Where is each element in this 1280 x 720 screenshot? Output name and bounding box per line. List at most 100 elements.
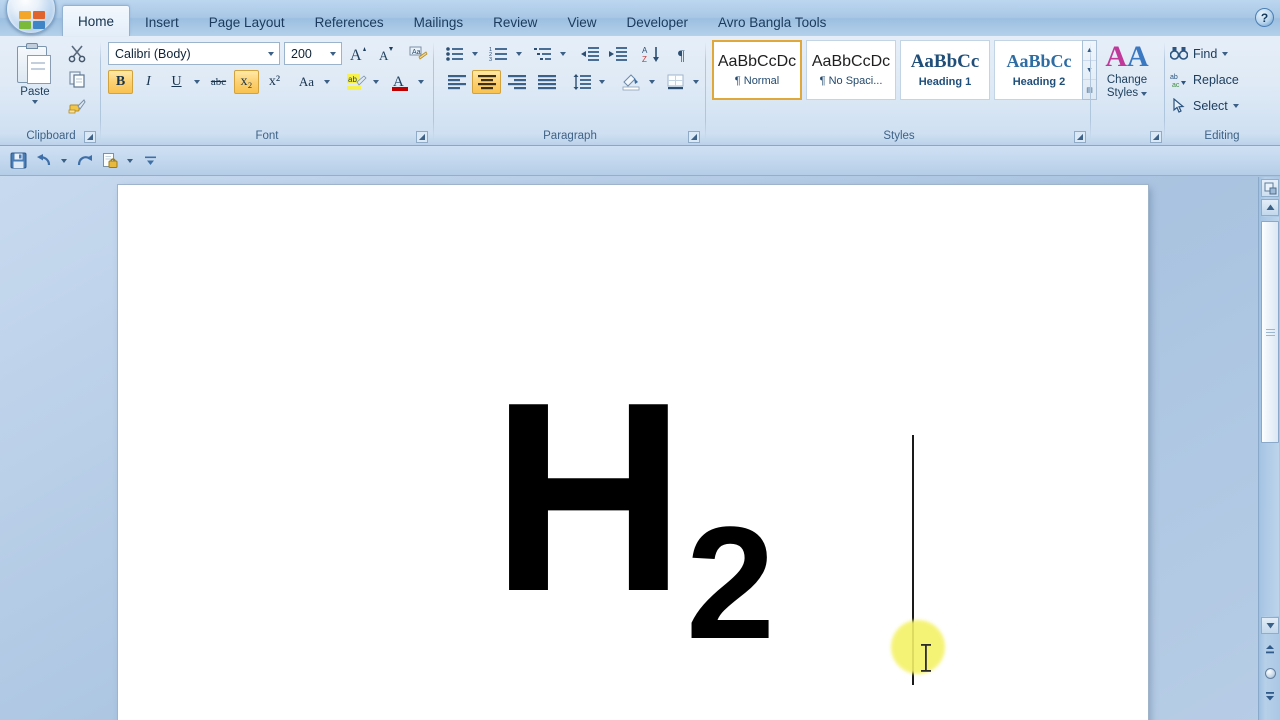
clipboard-dialog-launcher[interactable]: ◢ [84, 131, 96, 143]
change-styles-dialog-launcher[interactable]: ◢ [1150, 131, 1162, 143]
tab-page-layout[interactable]: Page Layout [194, 10, 300, 36]
numbering-icon: 1 2 3 [489, 47, 507, 63]
save-button[interactable] [6, 150, 30, 172]
bold-button[interactable]: B [108, 70, 133, 94]
underline-button[interactable]: U [164, 70, 189, 94]
line-spacing-dropdown[interactable] [595, 70, 608, 94]
font-color-button[interactable]: A [387, 70, 414, 94]
style-item-heading-2[interactable]: AaBbCc Heading 2 [994, 40, 1084, 100]
underline-dropdown[interactable] [190, 70, 203, 94]
grow-font-button[interactable]: A [346, 42, 372, 66]
font-dialog-launcher[interactable]: ◢ [416, 131, 428, 143]
select-browse-object-button[interactable] [1263, 666, 1277, 680]
numbering-dropdown[interactable] [512, 42, 525, 66]
paste-button[interactable]: Paste [8, 40, 62, 122]
group-clipboard-body: Paste [2, 38, 100, 126]
superscript-button[interactable]: x² [262, 70, 287, 94]
customize-quick-access-toolbar-button[interactable] [138, 150, 162, 172]
decrease-indent-button[interactable] [576, 42, 603, 66]
tab-mailings[interactable]: Mailings [399, 10, 479, 36]
change-case-dropdown[interactable] [320, 70, 333, 94]
italic-label: I [146, 74, 151, 89]
find-button[interactable]: Find [1170, 41, 1270, 66]
group-font-label: Font [255, 130, 279, 142]
ibeam-cursor-icon [921, 644, 931, 672]
document-viewport[interactable]: H2 [0, 177, 1280, 720]
chevron-down-icon[interactable] [262, 43, 279, 64]
numbering-button[interactable]: 1 2 3 [486, 42, 512, 66]
subscript-button[interactable]: x₂ [234, 70, 259, 94]
multilevel-list-button[interactable] [530, 42, 556, 66]
tab-insert[interactable]: Insert [130, 10, 194, 36]
select-button[interactable]: Select [1170, 93, 1270, 118]
bullets-button[interactable] [442, 42, 468, 66]
borders-button[interactable] [662, 70, 689, 94]
undo-dropdown[interactable] [58, 150, 70, 172]
permission-button[interactable] [98, 150, 122, 172]
permission-lock-icon [102, 153, 117, 168]
font-name-combobox[interactable]: Calibri (Body) [108, 42, 280, 65]
style-item-no-spacing[interactable]: AaBbCcDc ¶ No Spaci... [806, 40, 896, 100]
permission-dropdown[interactable] [124, 150, 136, 172]
browse-previous-button[interactable] [1263, 643, 1277, 657]
undo-button[interactable] [32, 150, 56, 172]
font-size-value: 200 [291, 46, 312, 61]
line-spacing-button[interactable] [568, 70, 595, 94]
group-divider [433, 42, 434, 140]
vertical-scrollbar[interactable] [1258, 177, 1280, 720]
increase-indent-button[interactable] [604, 42, 631, 66]
justify-button[interactable] [532, 70, 561, 94]
tab-review[interactable]: Review [478, 10, 552, 36]
document-page[interactable]: H2 [118, 185, 1148, 720]
font-size-combobox[interactable]: 200 [284, 42, 342, 65]
sort-button[interactable]: A Z [638, 42, 665, 66]
scroll-down-button[interactable] [1261, 617, 1279, 634]
align-right-button[interactable] [502, 70, 531, 94]
show-formatting-marks-button[interactable]: ¶ [670, 42, 697, 66]
justify-icon [537, 75, 556, 90]
align-center-icon [477, 75, 496, 90]
text-highlight-button[interactable]: ab [342, 70, 369, 94]
tab-developer[interactable]: Developer [611, 10, 703, 36]
align-left-button[interactable] [442, 70, 471, 94]
cut-button[interactable] [64, 41, 91, 66]
clear-formatting-button[interactable]: Aa [405, 42, 431, 66]
styles-dialog-launcher[interactable]: ◢ [1074, 131, 1086, 143]
change-styles-button[interactable]: AA Change Styles [1096, 40, 1158, 124]
scroll-up-button[interactable] [1261, 199, 1279, 216]
font-color-dropdown[interactable] [414, 70, 427, 94]
multilevel-list-dropdown[interactable] [556, 42, 569, 66]
increase-indent-icon [608, 47, 627, 61]
tab-references[interactable]: References [300, 10, 399, 36]
tab-home[interactable]: Home [62, 5, 131, 36]
text-highlight-dropdown[interactable] [369, 70, 382, 94]
shading-button[interactable] [618, 70, 645, 94]
scrollbar-thumb[interactable] [1261, 221, 1279, 443]
bullets-dropdown[interactable] [468, 42, 481, 66]
ruler-toggle-button[interactable] [1261, 179, 1279, 197]
tab-avro-bangla-tools[interactable]: Avro Bangla Tools [703, 10, 841, 36]
strikethrough-button[interactable]: abc [206, 70, 231, 94]
tab-view[interactable]: View [552, 10, 611, 36]
browse-next-button[interactable] [1263, 689, 1277, 703]
format-painter-button[interactable] [64, 93, 91, 118]
redo-button[interactable] [72, 150, 96, 172]
style-item-normal[interactable]: AaBbCcDc ¶ Normal [712, 40, 802, 100]
group-editing-body: Find ab ac Replace Select [1166, 38, 1278, 126]
borders-dropdown[interactable] [689, 70, 702, 94]
align-center-button[interactable] [472, 70, 501, 94]
change-case-button[interactable]: Aa [293, 70, 320, 94]
paragraph-dialog-launcher[interactable]: ◢ [688, 131, 700, 143]
office-button[interactable] [6, 0, 56, 34]
shrink-font-button[interactable]: A [373, 42, 399, 66]
chevron-down-icon[interactable] [324, 43, 341, 64]
shading-dropdown[interactable] [645, 70, 658, 94]
group-divider [100, 42, 101, 140]
replace-button[interactable]: ab ac Replace [1170, 67, 1270, 92]
change-styles-icon: AA [1105, 40, 1149, 73]
copy-button[interactable] [64, 67, 91, 92]
scrollbar-track[interactable] [1261, 217, 1279, 616]
help-icon[interactable]: ? [1255, 8, 1274, 27]
style-item-heading-1[interactable]: AaBbCс Heading 1 [900, 40, 990, 100]
italic-button[interactable]: I [136, 70, 161, 94]
